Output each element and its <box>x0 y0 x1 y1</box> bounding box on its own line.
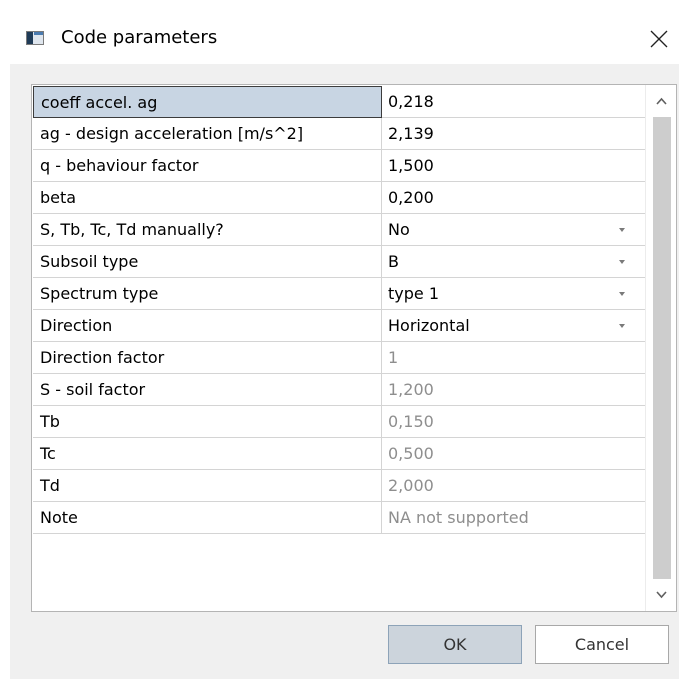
property-value: 1,200 <box>382 374 645 406</box>
vertical-scrollbar[interactable] <box>645 85 676 611</box>
ok-button[interactable]: OK <box>388 625 522 664</box>
property-value-text: 0,200 <box>388 188 434 207</box>
close-button[interactable] <box>642 22 676 56</box>
property-row[interactable]: coeff accel. ag 0,218 <box>33 86 645 118</box>
close-icon <box>650 30 668 48</box>
property-value: NA not supported <box>382 502 645 534</box>
chevron-down-icon <box>656 591 667 599</box>
property-value: 0,150 <box>382 406 645 438</box>
property-label: Tb <box>33 406 382 438</box>
property-label: beta <box>33 182 382 214</box>
scroll-thumb[interactable] <box>653 117 671 579</box>
property-row[interactable]: ag - design acceleration [m/s^2] 2,139 <box>33 118 645 150</box>
scroll-up-button[interactable] <box>646 85 676 117</box>
property-value-dropdown[interactable]: Horizontal <box>382 310 645 342</box>
property-value-text: No <box>388 220 410 239</box>
window-title: Code parameters <box>61 27 218 48</box>
property-value[interactable]: 2,139 <box>382 118 645 150</box>
chevron-up-icon <box>656 97 667 105</box>
property-value-text: 2,000 <box>388 476 434 495</box>
property-label: Spectrum type <box>33 278 382 310</box>
property-value: 1 <box>382 342 645 374</box>
property-value: 2,000 <box>382 470 645 502</box>
property-grid: coeff accel. ag 0,218 ag - design accelera… <box>31 84 677 612</box>
property-value-text: NA not supported <box>388 508 529 527</box>
property-label: Tc <box>33 438 382 470</box>
property-value-text: 0,218 <box>388 92 434 111</box>
property-label: Subsoil type <box>33 246 382 278</box>
property-row[interactable]: Note NA not supported <box>33 502 645 534</box>
property-row[interactable]: q - behaviour factor 1,500 <box>33 150 645 182</box>
property-label: Note <box>33 502 382 534</box>
property-value-dropdown[interactable]: No <box>382 214 645 246</box>
property-label: ag - design acceleration [m/s^2] <box>33 118 382 150</box>
scroll-down-button[interactable] <box>646 579 676 611</box>
title-bar: Code parameters <box>0 0 679 64</box>
property-label: coeff accel. ag <box>33 86 382 118</box>
property-value: 0,500 <box>382 438 645 470</box>
property-value-text: Horizontal <box>388 316 470 335</box>
property-row[interactable]: Tb 0,150 <box>33 406 645 438</box>
property-value-text: 1,500 <box>388 156 434 175</box>
dialog-app-icon <box>26 31 44 45</box>
property-value-text: 1 <box>388 348 399 367</box>
dialog-client-area: coeff accel. ag 0,218 ag - design accelera… <box>10 64 679 679</box>
property-row[interactable]: Direction Horizontal <box>33 310 645 342</box>
property-value-text: 1,200 <box>388 380 434 399</box>
property-row[interactable]: Td 2,000 <box>33 470 645 502</box>
property-value[interactable]: 1,500 <box>382 150 645 182</box>
property-row[interactable]: Spectrum type type 1 <box>33 278 645 310</box>
property-row[interactable]: Subsoil type B <box>33 246 645 278</box>
property-value-dropdown[interactable]: B <box>382 246 645 278</box>
property-row[interactable]: Tc 0,500 <box>33 438 645 470</box>
property-label: S - soil factor <box>33 374 382 406</box>
property-row[interactable]: S, Tb, Tc, Td manually? No <box>33 214 645 246</box>
dropdown-arrow-icon[interactable] <box>619 260 625 264</box>
dropdown-arrow-icon[interactable] <box>619 324 625 328</box>
property-value-text: type 1 <box>388 284 440 303</box>
property-row[interactable]: beta 0,200 <box>33 182 645 214</box>
property-value[interactable]: 0,218 <box>382 86 645 118</box>
property-row[interactable]: Direction factor 1 <box>33 342 645 374</box>
property-label: Td <box>33 470 382 502</box>
property-row[interactable]: S - soil factor 1,200 <box>33 374 645 406</box>
property-label: Direction <box>33 310 382 342</box>
dropdown-arrow-icon[interactable] <box>619 292 625 296</box>
property-value-text: 0,150 <box>388 412 434 431</box>
property-label: S, Tb, Tc, Td manually? <box>33 214 382 246</box>
property-value-text: 2,139 <box>388 124 434 143</box>
dropdown-arrow-icon[interactable] <box>619 228 625 232</box>
property-value-text: 0,500 <box>388 444 434 463</box>
cancel-button[interactable]: Cancel <box>535 625 669 664</box>
property-label: q - behaviour factor <box>33 150 382 182</box>
property-value-dropdown[interactable]: type 1 <box>382 278 645 310</box>
property-value-text: B <box>388 252 399 271</box>
property-label: Direction factor <box>33 342 382 374</box>
property-value[interactable]: 0,200 <box>382 182 645 214</box>
